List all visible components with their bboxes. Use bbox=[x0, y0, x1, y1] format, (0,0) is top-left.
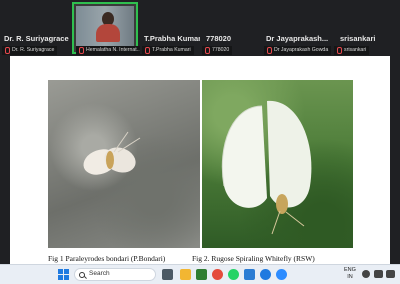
participant-tile[interactable]: Dr. R. Suriyagrace Dr. R. Suriyagrace bbox=[0, 2, 72, 55]
battery-icon[interactable] bbox=[386, 270, 395, 278]
app-icon[interactable] bbox=[196, 269, 207, 280]
zoom-icon[interactable] bbox=[276, 269, 287, 280]
participant-tag: srisankari bbox=[334, 46, 370, 55]
whitefly-photo-1 bbox=[48, 80, 200, 248]
participant-tag: Dr Jayaprakash Gowda bbox=[264, 46, 332, 55]
edge-icon[interactable] bbox=[260, 269, 271, 280]
participant-tile[interactable]: srisankari srisankari bbox=[332, 2, 400, 55]
participant-tag: 778020 bbox=[202, 46, 233, 55]
insect-image bbox=[221, 100, 312, 235]
presentation-slide: Fig 1 Paraleyrodes bondari (P.Bondari) F… bbox=[10, 56, 390, 264]
participant-tile[interactable]: 778020 778020 bbox=[200, 2, 262, 55]
participant-name: T.Prabha Kumari bbox=[144, 34, 204, 43]
insect-image bbox=[83, 131, 141, 175]
participant-tile[interactable]: Dr Jayaprakash... Dr Jayaprakash Gowda bbox=[262, 2, 332, 55]
participant-name: 778020 bbox=[206, 34, 232, 43]
participant-video bbox=[76, 6, 134, 50]
taskbar-search[interactable]: Search bbox=[74, 268, 156, 281]
volume-icon[interactable] bbox=[374, 270, 383, 278]
shared-screen: Fig 1 Paraleyrodes bondari (P.Bondari) F… bbox=[0, 56, 400, 264]
start-icon[interactable] bbox=[58, 269, 69, 280]
participant-tag: T.Prabha Kumari bbox=[142, 46, 194, 55]
task-view-icon[interactable] bbox=[162, 269, 173, 280]
figure-caption-1: Fig 1 Paraleyrodes bondari (P.Bondari) bbox=[48, 254, 166, 263]
participant-tile[interactable]: T.Prabha Kumari T.Prabha Kumari bbox=[140, 2, 204, 55]
search-icon bbox=[79, 272, 85, 278]
whitefly-photo-2 bbox=[202, 80, 353, 248]
participant-name: Dr Jayaprakash... bbox=[266, 34, 329, 43]
participant-name: srisankari bbox=[340, 34, 376, 43]
participant-tag: Hemalatha N. Internat... bbox=[76, 46, 145, 55]
participants-strip: Dr. R. Suriyagrace Dr. R. Suriyagrace He… bbox=[0, 0, 400, 56]
file-explorer-icon[interactable] bbox=[180, 269, 191, 280]
wifi-icon[interactable] bbox=[362, 270, 370, 278]
language-code: ENG bbox=[344, 267, 356, 273]
participant-tag: Dr. R. Suriyagrace bbox=[2, 46, 58, 55]
figure-caption-2: Fig 2. Rugose Spiraling Whitefly (RSW) bbox=[192, 254, 315, 263]
search-label: Search bbox=[89, 270, 110, 277]
region-code: IN bbox=[347, 274, 353, 280]
chrome-icon[interactable] bbox=[212, 269, 223, 280]
participant-tile-active[interactable]: Hemalatha N. Internat... bbox=[72, 2, 145, 55]
language-indicator[interactable]: ENG IN bbox=[344, 267, 356, 281]
whatsapp-icon[interactable] bbox=[228, 269, 239, 280]
windows-taskbar: Search ENG IN bbox=[0, 264, 400, 284]
word-icon[interactable] bbox=[244, 269, 255, 280]
participant-name: Dr. R. Suriyagrace bbox=[4, 34, 69, 43]
